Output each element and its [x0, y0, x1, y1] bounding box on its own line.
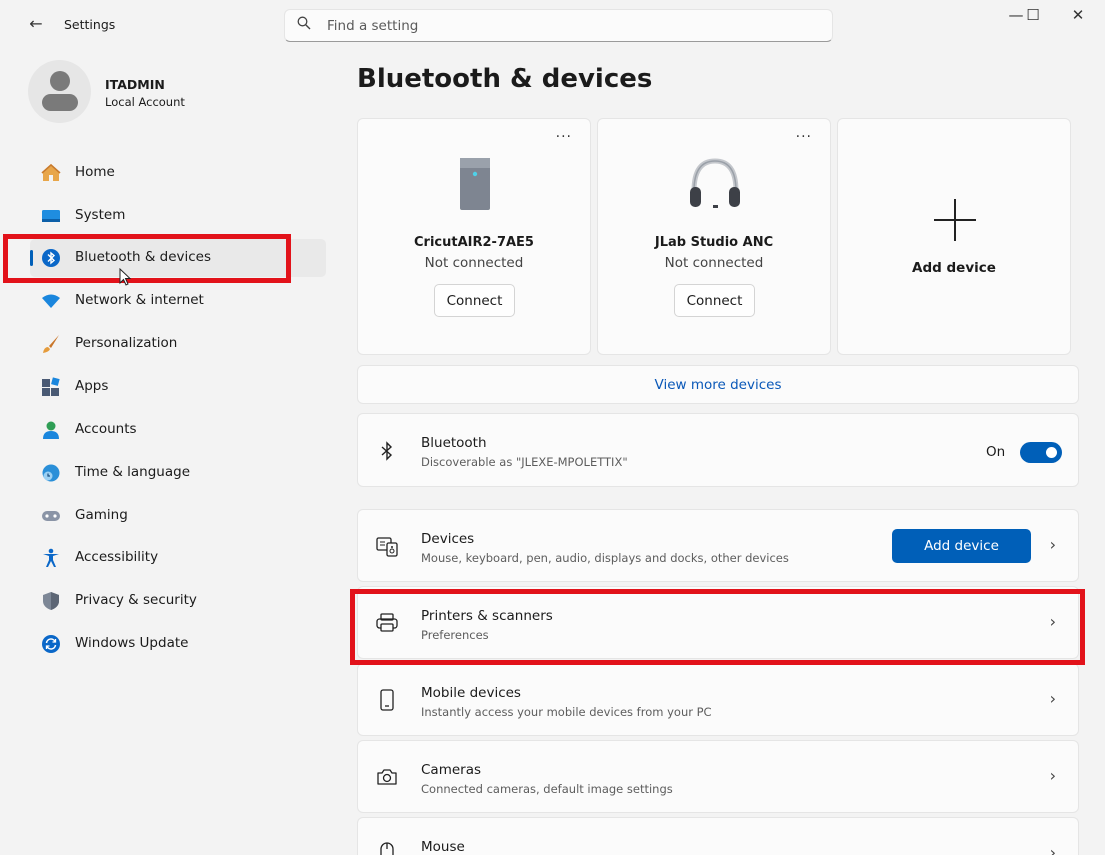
sidebar-item-label: System [75, 207, 126, 223]
more-options-icon[interactable]: ··· [796, 129, 812, 145]
row-subtitle: Instantly access your mobile devices fro… [421, 705, 712, 719]
row-title: Printers & scanners [421, 608, 553, 624]
brush-icon [41, 334, 61, 354]
row-subtitle: Mouse, keyboard, pen, audio, displays an… [421, 551, 789, 565]
sidebar-item-label: Home [75, 164, 115, 180]
sidebar-item-privacy[interactable]: Privacy & security [30, 582, 326, 620]
headset-icon [688, 155, 742, 215]
app-title: Settings [64, 17, 116, 32]
sidebar-item-label: Windows Update [75, 635, 189, 651]
sidebar-item-label: Bluetooth & devices [75, 249, 212, 265]
chevron-right-icon[interactable]: › [1050, 843, 1056, 855]
printers-scanners-row[interactable]: Printers & scanners Preferences › [357, 586, 1079, 659]
tower-icon [459, 157, 491, 215]
search-box[interactable] [284, 9, 833, 42]
add-device-card[interactable]: Add device [837, 118, 1071, 355]
sidebar-item-label: Accessibility [75, 549, 159, 565]
update-icon [41, 634, 61, 654]
row-title: Cameras [421, 762, 482, 778]
search-icon [297, 16, 311, 34]
wifi-icon [41, 291, 61, 311]
sidebar-item-label: Apps [75, 378, 109, 394]
chevron-right-icon[interactable]: › [1050, 766, 1056, 785]
bluetooth-icon [376, 440, 398, 462]
shield-icon [41, 591, 61, 611]
row-subtitle: Connected cameras, default image setting… [421, 782, 673, 796]
sidebar-item-system[interactable]: System [30, 197, 326, 235]
maximize-button[interactable]: ☐ [1013, 6, 1053, 28]
accounts-icon [41, 420, 61, 440]
device-card-cricut[interactable]: ··· CricutAIR2-7AE5 Not connected Connec… [357, 118, 591, 355]
add-device-button[interactable]: Add device [892, 529, 1031, 563]
sidebar-item-label: Accounts [75, 421, 137, 437]
view-more-devices-link[interactable]: View more devices [358, 377, 1078, 393]
sidebar-item-label: Personalization [75, 335, 178, 351]
device-status: Not connected [424, 255, 524, 271]
row-title: Mouse [421, 839, 465, 855]
bluetooth-row[interactable]: Bluetooth Discoverable as "JLEXE-MPOLETT… [357, 413, 1079, 487]
sidebar-item-time-language[interactable]: Time & language [30, 454, 326, 492]
connect-button[interactable]: Connect [434, 284, 515, 317]
apps-icon [41, 377, 61, 397]
mobile-devices-row[interactable]: Mobile devices Instantly access your mob… [357, 663, 1079, 736]
page-title: Bluetooth & devices [357, 64, 653, 94]
sidebar-item-personalization[interactable]: Personalization [30, 325, 326, 363]
row-title: Devices [421, 531, 475, 547]
printer-icon [376, 612, 398, 634]
more-options-icon[interactable]: ··· [556, 129, 572, 145]
sidebar-item-label: Gaming [75, 507, 128, 523]
phone-icon [376, 689, 398, 711]
sidebar-item-accessibility[interactable]: Accessibility [30, 539, 326, 577]
mouse-row[interactable]: Mouse › [357, 817, 1079, 855]
avatar[interactable] [28, 60, 91, 123]
sidebar-item-network[interactable]: Network & internet [30, 282, 326, 320]
search-input[interactable] [327, 16, 807, 36]
cursor-icon [119, 267, 132, 290]
add-device-label: Add device [912, 260, 996, 276]
back-icon[interactable]: ← [26, 14, 46, 34]
device-name: CricutAIR2-7AE5 [414, 235, 534, 250]
system-icon [41, 206, 61, 226]
chevron-right-icon[interactable]: › [1050, 535, 1056, 554]
close-button[interactable]: ✕ [1058, 6, 1098, 28]
row-title: Mobile devices [421, 685, 521, 701]
chevron-right-icon[interactable]: › [1050, 689, 1056, 708]
mouse-icon [376, 841, 398, 855]
chevron-right-icon[interactable]: › [1050, 612, 1056, 631]
toggle-state-label: On [986, 444, 1006, 460]
sidebar-item-label: Time & language [75, 464, 191, 480]
view-more-devices[interactable]: View more devices [357, 365, 1079, 404]
row-subtitle: Discoverable as "JLEXE-MPOLETTIX" [421, 455, 628, 469]
camera-icon [376, 766, 398, 788]
device-card-jlab[interactable]: ··· JLab Studio ANC Not connected Connec… [597, 118, 831, 355]
bluetooth-icon [41, 248, 61, 268]
keyboard-icon [376, 535, 398, 557]
globe-clock-icon [41, 463, 61, 483]
row-subtitle: Preferences [421, 628, 489, 642]
bluetooth-toggle[interactable] [1020, 442, 1062, 463]
plus-icon [932, 197, 978, 243]
user-name: ITADMIN [105, 77, 165, 92]
gamepad-icon [41, 506, 61, 526]
sidebar-item-gaming[interactable]: Gaming [30, 497, 326, 535]
accessibility-icon [41, 548, 61, 568]
device-name: JLab Studio ANC [654, 235, 774, 250]
sidebar-item-accounts[interactable]: Accounts [30, 411, 326, 449]
sidebar-item-windows-update[interactable]: Windows Update [30, 625, 326, 663]
sidebar-item-home[interactable]: Home [30, 154, 326, 192]
home-icon [41, 163, 61, 183]
sidebar-item-apps[interactable]: Apps [30, 368, 326, 406]
devices-row[interactable]: Devices Mouse, keyboard, pen, audio, dis… [357, 509, 1079, 582]
connect-button[interactable]: Connect [674, 284, 755, 317]
sidebar-item-label: Privacy & security [75, 592, 197, 608]
sidebar-item-label: Network & internet [75, 292, 204, 308]
account-type: Local Account [105, 95, 185, 109]
row-title: Bluetooth [421, 435, 487, 451]
cameras-row[interactable]: Cameras Connected cameras, default image… [357, 740, 1079, 813]
sidebar-item-bluetooth[interactable]: Bluetooth & devices [30, 239, 326, 277]
device-status: Not connected [664, 255, 764, 271]
